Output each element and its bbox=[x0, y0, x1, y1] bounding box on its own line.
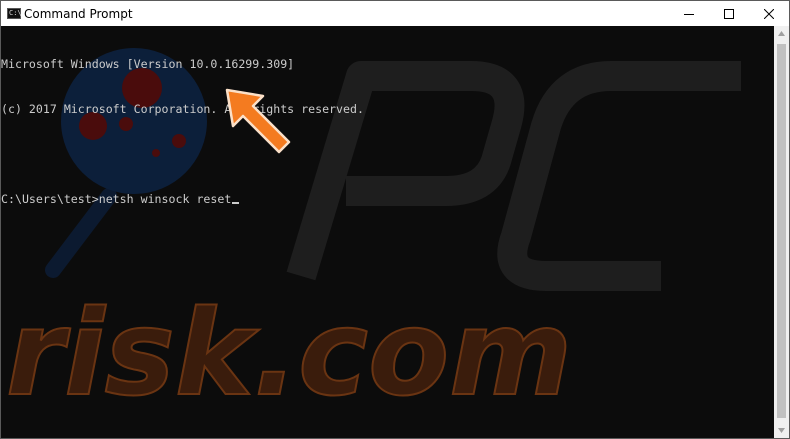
command-prompt-window: C:\ Command Prompt risk.com Microsoft Wi… bbox=[0, 0, 790, 439]
app-icon-text: C:\ bbox=[9, 9, 22, 17]
minimize-icon bbox=[684, 13, 694, 15]
console-line-version: Microsoft Windows [Version 10.0.16299.30… bbox=[1, 57, 295, 71]
command-prompt-text: C:\Users\test>netsh winsock reset bbox=[1, 192, 232, 206]
close-button[interactable] bbox=[749, 1, 789, 26]
text-cursor bbox=[232, 202, 240, 204]
command-prompt-icon[interactable]: C:\ bbox=[7, 8, 22, 19]
scroll-down-button[interactable] bbox=[774, 423, 789, 438]
scroll-up-icon bbox=[778, 31, 785, 36]
console-line-command: C:\Users\test>netsh winsock reset bbox=[1, 192, 364, 207]
maximize-button[interactable] bbox=[709, 1, 749, 26]
window-controls bbox=[669, 1, 789, 26]
scrollbar-thumb[interactable] bbox=[777, 44, 786, 418]
window-title: Command Prompt bbox=[24, 6, 133, 21]
vertical-scrollbar[interactable] bbox=[774, 26, 789, 438]
svg-text:risk.com: risk.com bbox=[6, 284, 572, 422]
minimize-button[interactable] bbox=[669, 1, 709, 26]
console-line-copyright: (c) 2017 Microsoft Corporation. All righ… bbox=[1, 102, 364, 116]
title-bar[interactable]: C:\ Command Prompt bbox=[1, 1, 789, 26]
console-output: Microsoft Windows [Version 10.0.16299.30… bbox=[1, 27, 364, 237]
pointer-arrow-icon bbox=[225, 88, 291, 154]
scroll-up-button[interactable] bbox=[774, 26, 789, 41]
pc-logo-letters-icon bbox=[286, 61, 741, 291]
maximize-icon bbox=[724, 8, 734, 19]
risk-dot-com-watermark: risk.com bbox=[5, 283, 573, 423]
console-area[interactable]: risk.com Microsoft Windows [Version 10.0… bbox=[1, 26, 774, 438]
close-icon bbox=[764, 8, 774, 19]
scroll-down-icon bbox=[778, 428, 785, 433]
